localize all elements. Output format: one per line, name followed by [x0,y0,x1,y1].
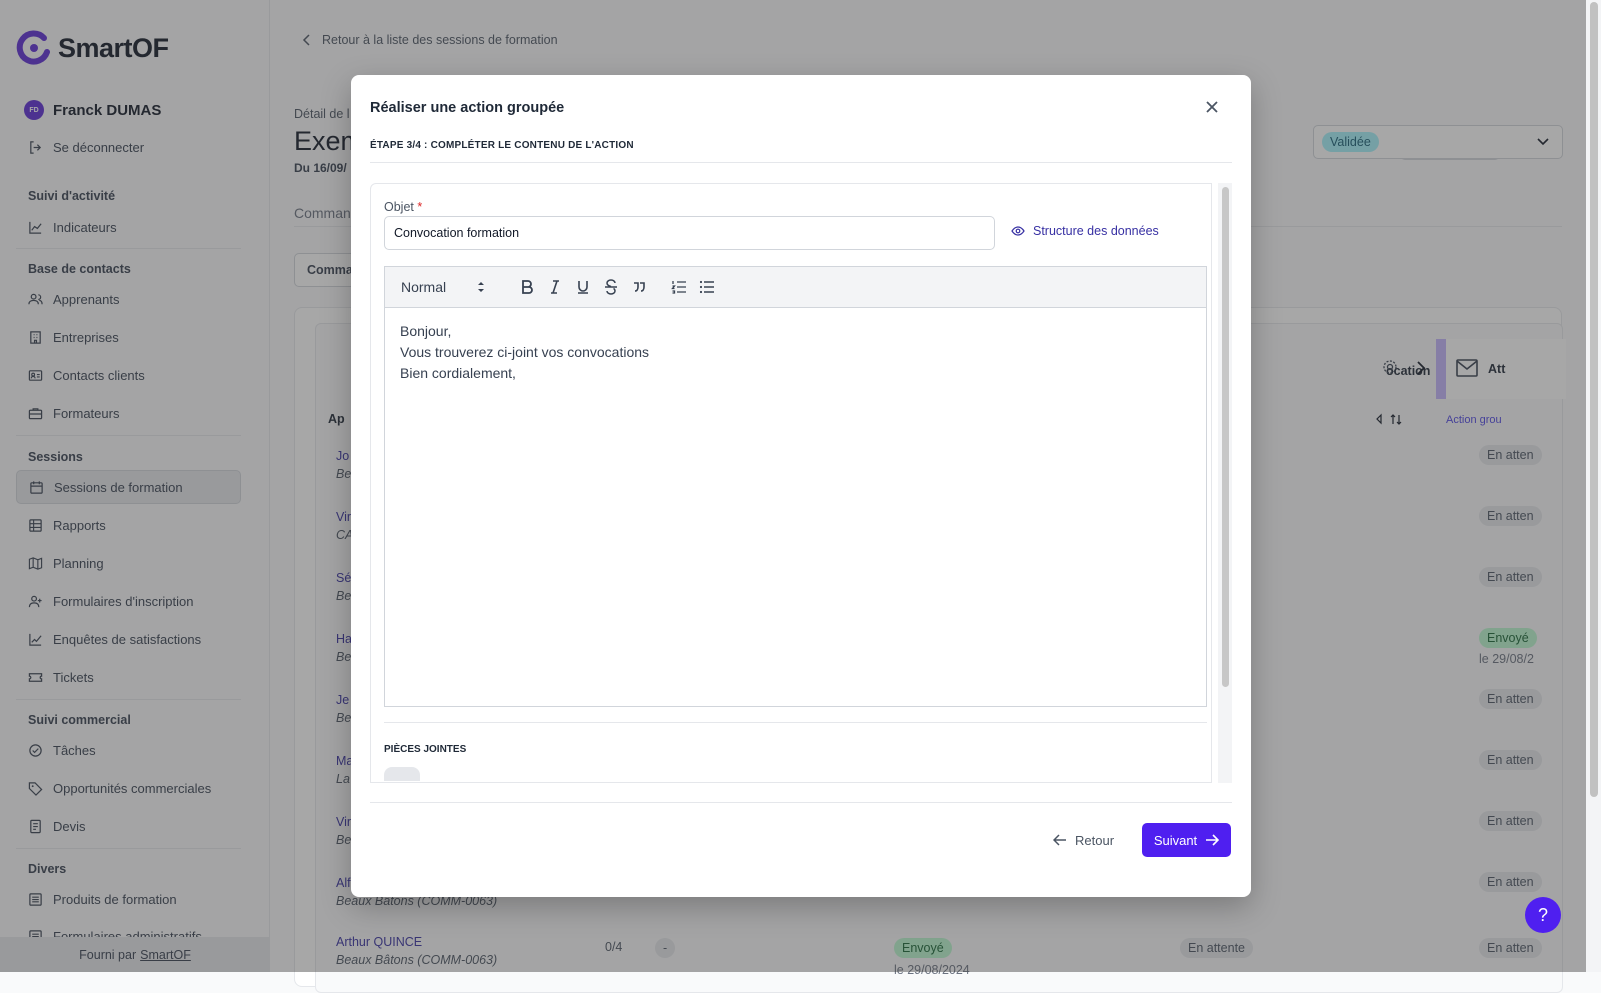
bold-button[interactable] [513,273,541,301]
format-select-value: Normal [401,279,447,295]
updown-icon [478,282,484,292]
editor-line: Vous trouverez ci-joint vos convocations [400,344,650,360]
next-button[interactable]: Suivant [1142,823,1231,857]
arrow-left-icon [1053,834,1066,846]
required-mark: * [417,200,423,214]
eye-icon [1011,226,1025,236]
arrow-right-icon [1206,834,1220,846]
strikethrough-icon [605,279,617,295]
quote-button[interactable] [625,273,653,301]
help-button[interactable]: ? [1525,897,1561,933]
quote-icon [634,282,645,292]
underline-icon [578,281,588,294]
italic-icon [551,280,559,294]
modal-scrollbar[interactable] [1218,183,1232,783]
data-structure-label: Structure des données [1033,224,1159,238]
next-button-label: Suivant [1153,832,1198,848]
divider [384,722,1207,723]
bullet-list-button[interactable] [693,273,721,301]
editor-toolbar: Normal [385,267,1206,308]
italic-button[interactable] [541,273,569,301]
editor-line: Bonjour, [400,323,452,339]
page-scrollbar[interactable] [1586,0,1601,972]
object-label-text: Objet [384,200,414,214]
underline-button[interactable] [569,273,597,301]
modal-step: ÉTAPE 3/4 : COMPLÉTER LE CONTENU DE L'AC… [370,140,634,151]
object-label: Objet * [384,200,422,214]
bullet-list-icon [699,280,714,294]
attachments-label: PIÈCES JOINTES [384,744,467,755]
object-input[interactable] [384,216,995,250]
editor-line: Bien cordialement, [400,365,516,381]
modal-form: Objet * Structure des données Normal [370,183,1212,783]
ordered-list-button[interactable] [665,273,693,301]
rich-text-editor[interactable]: Normal Bonjour, Vous trouverez ci-joint … [384,266,1207,707]
group-action-modal: Réaliser une action groupée ÉTAPE 3/4 : … [351,75,1251,897]
ordered-list-icon [671,281,686,294]
bold-icon [522,280,533,294]
format-select[interactable]: Normal [401,279,491,295]
scroll-thumb[interactable] [1222,187,1229,687]
strikethrough-button[interactable] [597,273,625,301]
attachments-toggle[interactable] [384,767,420,781]
back-button[interactable]: Retour [1053,823,1114,857]
data-structure-link[interactable]: Structure des données [1011,224,1159,238]
editor-content[interactable]: Bonjour, Vous trouverez ci-joint vos con… [400,321,649,384]
back-button-label: Retour [1075,832,1115,848]
close-icon[interactable] [1202,97,1222,117]
page-scroll-thumb[interactable] [1590,2,1598,797]
divider [370,802,1232,803]
divider [370,162,1232,163]
modal-title: Réaliser une action groupée [370,100,565,116]
